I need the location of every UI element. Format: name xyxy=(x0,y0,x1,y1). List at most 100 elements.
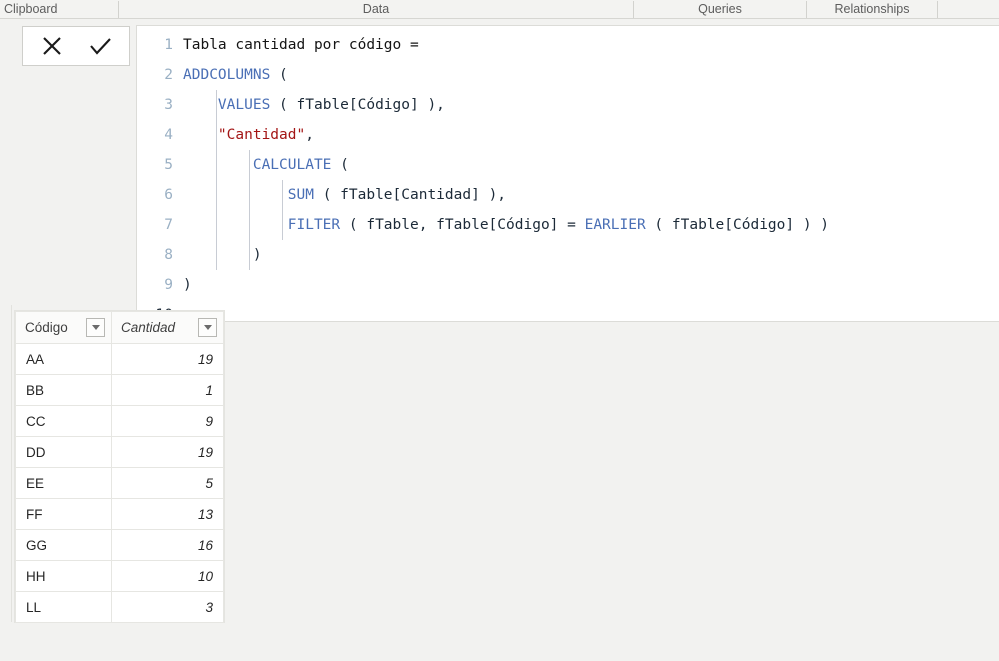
column-header-codigo: Código xyxy=(15,311,112,344)
code-token: "Cantidad" xyxy=(217,127,306,143)
code-token: ( fTable[Código] ) ) xyxy=(645,217,830,233)
table-row[interactable]: EE 5 xyxy=(15,467,224,499)
cell-codigo: AA xyxy=(15,343,112,375)
code-line: 1 Tabla cantidad por código = xyxy=(137,30,999,60)
formula-bar-area: 1 Tabla cantidad por código = 2 ADDCOLUMNS … xyxy=(0,19,999,322)
code-token: ( xyxy=(270,67,288,83)
code-token: ADDCOLUMNS xyxy=(183,67,271,83)
line-text: VALUES ( fTable[Código] ), xyxy=(183,90,445,120)
chevron-down-icon xyxy=(91,325,100,330)
ribbon-separator-0 xyxy=(118,1,119,18)
filter-dropdown-button-cantidad[interactable] xyxy=(198,318,217,337)
ribbon-group-label-clipboard: Clipboard xyxy=(4,2,58,16)
cell-cantidad: 16 xyxy=(111,529,224,561)
line-number: 8 xyxy=(164,247,173,263)
code-line: 10 xyxy=(137,300,999,321)
code-token: EARLIER xyxy=(584,217,646,233)
cell-cantidad: 5 xyxy=(111,467,224,499)
chevron-down-icon xyxy=(203,325,212,330)
cell-codigo: FF xyxy=(15,498,112,530)
code-token: ( fTable[Código] ), xyxy=(270,97,445,113)
code-line: 8 ) xyxy=(137,240,999,270)
code-line: 3 VALUES ( fTable[Código] ), xyxy=(137,90,999,120)
line-text: ADDCOLUMNS ( xyxy=(183,60,288,90)
ribbon-group-label-relationships: Relationships xyxy=(834,2,910,16)
column-header-cantidad: Cantidad xyxy=(111,311,224,344)
cell-cantidad: 19 xyxy=(111,343,224,375)
cell-codigo: HH xyxy=(15,560,112,592)
cell-codigo: EE xyxy=(15,467,112,499)
code-token: ( fTable, fTable[Código] = xyxy=(340,217,585,233)
code-token: SUM xyxy=(287,187,314,203)
line-number: 7 xyxy=(164,217,173,233)
cell-cantidad: 13 xyxy=(111,498,224,530)
table-row[interactable]: AA 19 xyxy=(15,343,224,375)
line-text: "Cantidad", xyxy=(183,120,314,150)
line-number: 9 xyxy=(164,277,173,293)
result-preview-table: Código Cantidad AA 19 BB 1 CC 9 DD 19 EE 5 FF 13 GG 16… xyxy=(14,310,225,623)
table-row[interactable]: FF 13 xyxy=(15,498,224,530)
checkmark-icon xyxy=(87,33,113,59)
cell-cantidad: 10 xyxy=(111,560,224,592)
cell-codigo: GG xyxy=(15,529,112,561)
code-lines-container: 1 Tabla cantidad por código = 2 ADDCOLUMNS … xyxy=(137,26,999,321)
table-header-row: Código Cantidad xyxy=(15,311,224,344)
header-inner: Código xyxy=(25,318,105,337)
indent-guide-0 xyxy=(216,90,217,270)
cell-codigo: DD xyxy=(15,436,112,468)
line-text: SUM ( fTable[Cantidad] ), xyxy=(183,180,506,210)
line-number: 3 xyxy=(164,97,173,113)
line-text: Tabla cantidad por código = xyxy=(183,30,419,60)
line-number: 4 xyxy=(164,127,173,143)
commit-formula-button[interactable] xyxy=(83,30,117,62)
cell-cantidad: 1 xyxy=(111,374,224,406)
cancel-formula-button[interactable] xyxy=(35,30,69,62)
table-row[interactable]: BB 1 xyxy=(15,374,224,406)
table-row[interactable]: DD 19 xyxy=(15,436,224,468)
code-line: 2 ADDCOLUMNS ( xyxy=(137,60,999,90)
cell-cantidad: 3 xyxy=(111,591,224,623)
code-token: VALUES xyxy=(217,97,271,113)
cell-cantidad: 19 xyxy=(111,436,224,468)
data-table: Código Cantidad AA 19 BB 1 CC 9 DD 19 EE 5 FF 13 GG 16… xyxy=(15,311,224,623)
cell-cantidad: 9 xyxy=(111,405,224,437)
line-number: 5 xyxy=(164,157,173,173)
ribbon-group-strip: Clipboard Data Queries Relationships xyxy=(0,0,999,19)
table-row[interactable]: GG 16 xyxy=(15,529,224,561)
ribbon-separator-3 xyxy=(937,1,938,18)
filter-dropdown-button-codigo[interactable] xyxy=(86,318,105,337)
code-line: 7 FILTER ( fTable, fTable[Código] = EARL… xyxy=(137,210,999,240)
code-line: 9) xyxy=(137,270,999,300)
ribbon-separator-1 xyxy=(633,1,634,18)
code-token: FILTER xyxy=(287,217,341,233)
header-inner: Cantidad xyxy=(121,318,217,337)
cell-codigo: BB xyxy=(15,374,112,406)
ribbon-group-label-queries: Queries xyxy=(698,2,742,16)
line-text: ) xyxy=(183,270,192,300)
cell-codigo: CC xyxy=(15,405,112,437)
code-token: ( xyxy=(331,157,349,173)
code-token: ( fTable[Cantidad] ), xyxy=(313,187,507,203)
ribbon-group-label-data: Data xyxy=(362,2,390,16)
column-header-label: Código xyxy=(25,320,68,335)
code-token: , xyxy=(305,127,314,143)
table-header: Código Cantidad xyxy=(15,311,224,344)
code-token: CALCULATE xyxy=(252,157,332,173)
indent-guide-2 xyxy=(282,180,283,240)
code-token: ) xyxy=(183,277,192,293)
line-number: 6 xyxy=(164,187,173,203)
line-text: FILTER ( fTable, fTable[Código] = EARLIE… xyxy=(183,210,829,240)
formula-action-buttons xyxy=(22,26,130,66)
code-token: Tabla cantidad por código = xyxy=(183,37,419,53)
table-row[interactable]: CC 9 xyxy=(15,405,224,437)
line-number: 2 xyxy=(164,67,173,83)
table-row[interactable]: LL 3 xyxy=(15,591,224,623)
code-line: 4 "Cantidad", xyxy=(137,120,999,150)
table-row[interactable]: HH 10 xyxy=(15,560,224,592)
dax-formula-editor[interactable]: 1 Tabla cantidad por código = 2 ADDCOLUMNS … xyxy=(136,25,999,322)
